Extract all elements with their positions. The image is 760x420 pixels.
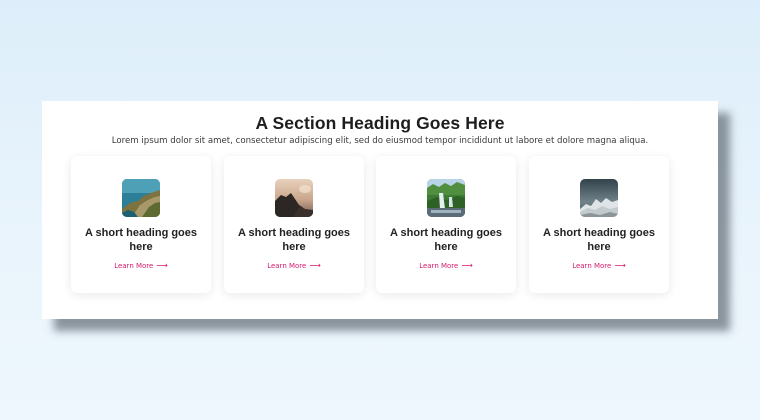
feature-card: A short heading goes here Learn More ⟶: [71, 156, 211, 293]
learn-more-label: Learn More: [572, 262, 612, 270]
forest-waterfall-image: [427, 179, 465, 217]
card-title: A short heading goes here: [237, 227, 351, 253]
feature-card: A short heading goes here Learn More ⟶: [529, 156, 669, 293]
arrow-right-icon: ⟶: [461, 261, 473, 270]
section-heading: A Section Heading Goes Here: [255, 113, 505, 133]
learn-more-label: Learn More: [267, 262, 307, 270]
learn-more-label: Learn More: [114, 262, 154, 270]
sunset-rocks-image: [275, 179, 313, 217]
learn-more-link[interactable]: Learn More ⟶: [224, 261, 364, 270]
arrow-right-icon: ⟶: [309, 261, 321, 270]
learn-more-link[interactable]: Learn More ⟶: [71, 261, 211, 270]
arrow-right-icon: ⟶: [614, 261, 626, 270]
snowy-peaks-image: [580, 179, 618, 217]
card-title: A short heading goes here: [389, 227, 503, 253]
learn-more-link[interactable]: Learn More ⟶: [529, 261, 669, 270]
feature-card: A short heading goes here Learn More ⟶: [376, 156, 516, 293]
arrow-right-icon: ⟶: [156, 261, 168, 270]
learn-more-link[interactable]: Learn More ⟶: [376, 261, 516, 270]
card-title: A short heading goes here: [542, 227, 656, 253]
learn-more-label: Learn More: [419, 262, 459, 270]
feature-card: A short heading goes here Learn More ⟶: [224, 156, 364, 293]
coastal-cliffs-image: [122, 179, 160, 217]
card-grid: A short heading goes here Learn More ⟶ A…: [71, 156, 671, 293]
card-title: A short heading goes here: [84, 227, 198, 253]
section-subtext: Lorem ipsum dolor sit amet, consectetur …: [111, 136, 649, 146]
features-section: A Section Heading Goes Here Lorem ipsum …: [42, 101, 718, 319]
